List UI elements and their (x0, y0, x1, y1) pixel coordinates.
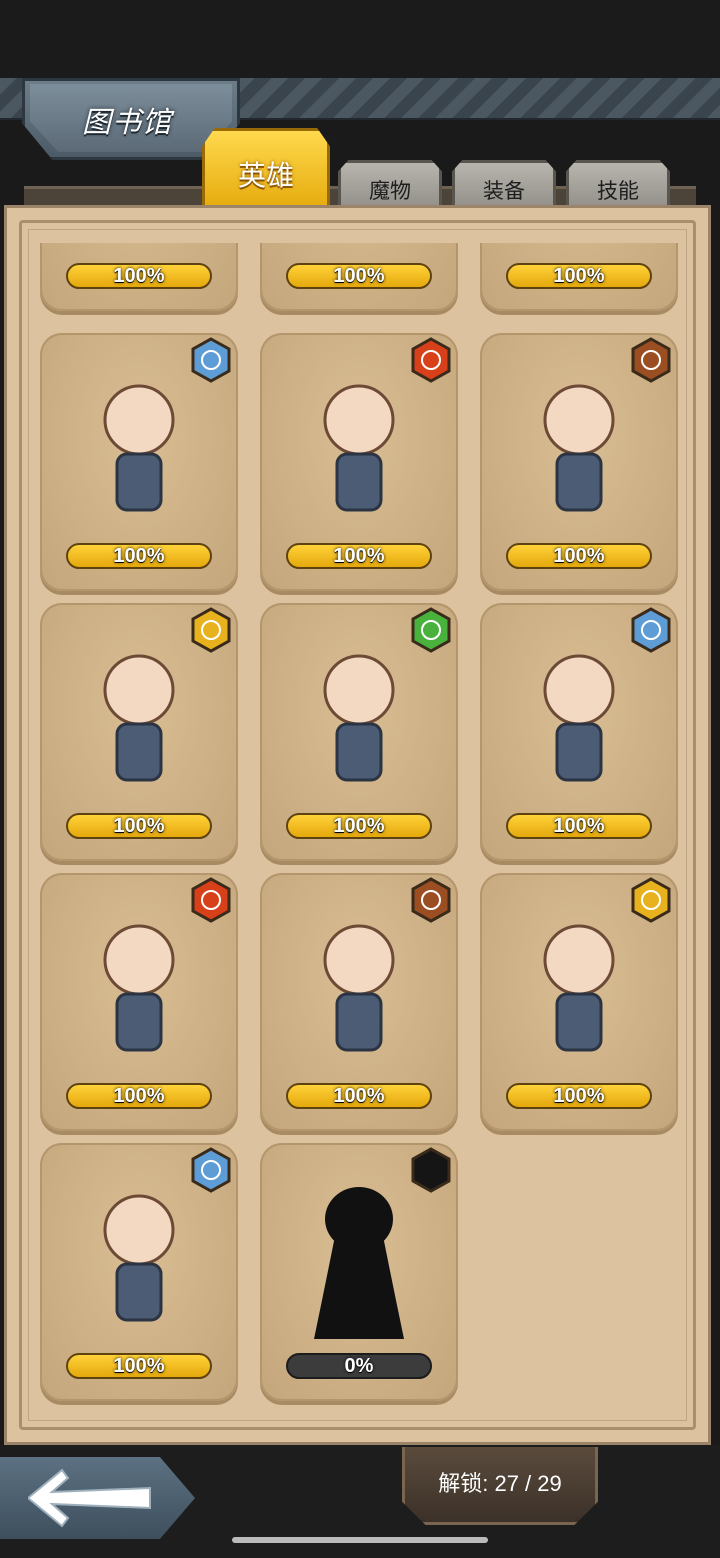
progress-label: 100% (113, 544, 165, 567)
hero-card[interactable]: 100% (260, 243, 458, 311)
fox-ear-mage-hero-icon (284, 633, 434, 808)
hero-card[interactable]: 100% (480, 873, 678, 1131)
scholar-girl-hero-icon (284, 903, 434, 1078)
tab-equipment-label: 装备 (483, 179, 525, 203)
progress-bar: 100% (66, 813, 212, 839)
progress-label: 0% (344, 1354, 374, 1377)
hero-card[interactable]: 100% (260, 333, 458, 591)
progress-label: 100% (113, 264, 165, 287)
water-element-icon (188, 1147, 234, 1193)
progress-bar: 100% (286, 813, 432, 839)
hero-card[interactable]: 100% (40, 333, 238, 591)
progress-bar: 100% (66, 543, 212, 569)
silver-hair-sword-hero-icon (64, 633, 214, 808)
water-element-icon (188, 337, 234, 383)
fire-element-icon (188, 877, 234, 923)
progress-bar: 100% (66, 1353, 212, 1379)
progress-bar: 100% (286, 543, 432, 569)
earth-element-icon (408, 877, 454, 923)
progress-bar: 100% (506, 813, 652, 839)
progress-label: 100% (333, 814, 385, 837)
twin-tail-scythe-hero-icon (504, 903, 654, 1078)
hero-portrait-icon (284, 243, 434, 258)
fire-element-icon (408, 337, 454, 383)
progress-label: 100% (113, 1084, 165, 1107)
hero-portrait-icon (64, 243, 214, 258)
wind-element-icon (408, 607, 454, 653)
locked-element-icon (408, 1147, 454, 1193)
elf-spear-hero-icon (64, 363, 214, 538)
hero-card[interactable]: 0% (260, 1143, 458, 1401)
hero-card[interactable]: 100% (480, 603, 678, 861)
progress-bar: 100% (66, 1083, 212, 1109)
tab-heroes-label: 英雄 (237, 159, 294, 191)
gunner-girl-hero-icon (504, 363, 654, 538)
tab-monsters-label: 魔物 (369, 179, 411, 203)
hero-card[interactable]: 100% (40, 243, 238, 311)
hero-card[interactable]: 100% (480, 243, 678, 311)
red-hair-archer-hero-icon (284, 363, 434, 538)
magician-top-hat-hero-icon (64, 1173, 214, 1348)
water-element-icon (628, 607, 674, 653)
progress-bar: 100% (506, 1083, 652, 1109)
home-indicator (232, 1537, 488, 1543)
hero-card[interactable]: 100% (480, 333, 678, 591)
progress-label: 100% (113, 814, 165, 837)
page-title: 图书馆 (82, 107, 173, 139)
hero-card[interactable]: 100% (260, 603, 458, 861)
progress-bar: 100% (286, 263, 432, 289)
progress-label: 100% (113, 1354, 165, 1377)
blue-sword-hero-icon (504, 633, 654, 808)
unlock-counter: 解锁: 27 / 29 (402, 1447, 598, 1525)
hero-card[interactable]: 100% (40, 873, 238, 1131)
progress-label: 100% (553, 814, 605, 837)
hero-card[interactable]: 100% (40, 603, 238, 861)
hero-card[interactable]: 100% (260, 873, 458, 1131)
hero-card[interactable]: 100% (40, 1143, 238, 1401)
status-bar (0, 0, 720, 78)
progress-label: 100% (553, 544, 605, 567)
tab-heroes[interactable]: 英雄 (202, 128, 330, 212)
locked-silhouette-icon (284, 1173, 434, 1348)
hero-grid[interactable]: 100% 100% 100% 100% 100% 100% 100% 100% 100% 100%… (36, 243, 684, 1413)
tab-skills-label: 技能 (597, 179, 639, 203)
hero-portrait-icon (504, 243, 654, 258)
progress-label: 100% (553, 264, 605, 287)
progress-label: 100% (553, 1084, 605, 1107)
progress-bar: 100% (66, 263, 212, 289)
progress-bar: 0% (286, 1353, 432, 1379)
progress-label: 100% (333, 544, 385, 567)
earth-element-icon (628, 337, 674, 383)
light-element-icon (188, 607, 234, 653)
progress-label: 100% (333, 264, 385, 287)
progress-bar: 100% (506, 543, 652, 569)
progress-bar: 100% (506, 263, 652, 289)
light-element-icon (628, 877, 674, 923)
back-arrow-icon[interactable] (28, 1468, 152, 1528)
unlock-count-text: 解锁: 27 / 29 (438, 1470, 562, 1496)
trident-warrior-hero-icon (64, 903, 214, 1078)
progress-label: 100% (333, 1084, 385, 1107)
progress-bar: 100% (286, 1083, 432, 1109)
